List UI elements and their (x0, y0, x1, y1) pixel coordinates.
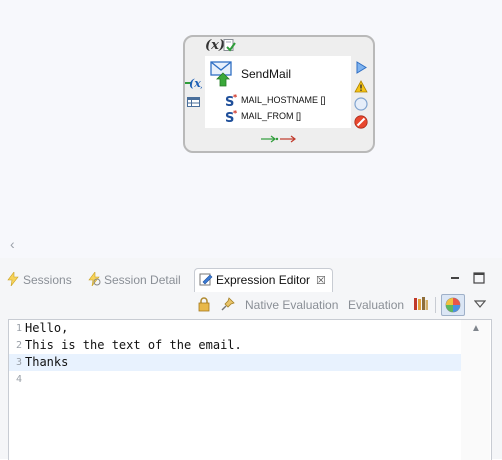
svg-text:*: * (233, 94, 238, 102)
line-text: Thanks (25, 355, 69, 369)
breakpoint-circle-icon[interactable] (354, 97, 368, 111)
view-menu-icon[interactable] (474, 298, 486, 310)
toolbar-separator (435, 297, 436, 313)
tab-label: Session Detail (104, 273, 181, 287)
editor-toolbar: Native Evaluation Evaluation (0, 293, 502, 317)
flow-arrows-icon[interactable] (260, 134, 300, 144)
node-property-hostname[interactable]: S * MAIL_HOSTNAME [] (225, 94, 326, 107)
node-body: SendMail S * MAIL_HOSTNAME [] S * MAIL_F… (205, 56, 351, 128)
property-label: MAIL_FROM [] (241, 110, 302, 121)
code-line-current[interactable]: 3 Thanks (9, 354, 461, 371)
expression-editor-icon (199, 273, 213, 286)
panel-tabbar: Sessions Session Detail Expression Edito… (0, 267, 502, 293)
lightning-icon (7, 272, 19, 286)
maximize-icon[interactable] (472, 271, 486, 285)
sendmail-node[interactable]: (x) (x) SendMail S (183, 35, 375, 153)
table-icon[interactable] (187, 97, 200, 107)
input-variable-icon[interactable]: (x) (184, 76, 202, 90)
lightning-detail-icon (88, 272, 101, 286)
code-line[interactable]: 1 Hello, (9, 320, 461, 337)
send-mail-icon (210, 61, 232, 87)
string-property-icon: S * (225, 110, 238, 123)
tab-label: Sessions (23, 273, 72, 287)
evaluation-button[interactable]: Evaluation (348, 297, 404, 313)
vertical-scrollbar[interactable]: ▲ (461, 320, 490, 460)
code-line[interactable]: 2 This is the text of the email. (9, 337, 461, 354)
play-icon[interactable] (355, 61, 367, 74)
svg-text:*: * (233, 110, 238, 118)
minimize-icon[interactable] (448, 271, 462, 285)
line-number: 3 (15, 357, 22, 368)
scroll-up-icon[interactable]: ▲ (471, 323, 481, 334)
node-title: SendMail (241, 67, 292, 81)
code-line[interactable]: 4 (9, 371, 461, 388)
lock-icon[interactable] (196, 296, 212, 312)
expression-editor[interactable]: 1 Hello, 2 This is the text of the email… (8, 319, 492, 460)
horizontal-scrollbar[interactable]: ‹ (0, 236, 502, 252)
close-tab-icon[interactable]: ☒ (316, 275, 326, 287)
palette-toggle-button[interactable] (441, 294, 465, 316)
line-number: 4 (15, 374, 22, 385)
tab-expression-editor[interactable]: Expression Editor ☒ (194, 268, 333, 292)
string-property-icon: S * (225, 94, 238, 107)
library-icon[interactable] (413, 296, 429, 312)
line-number: 2 (15, 340, 22, 351)
property-label: MAIL_HOSTNAME [] (241, 94, 326, 105)
pin-icon[interactable] (220, 296, 236, 312)
tab-session-detail[interactable]: Session Detail (87, 269, 181, 291)
line-number: 1 (15, 323, 22, 334)
bottom-panel: Sessions Session Detail Expression Edito… (0, 258, 502, 460)
document-check-icon[interactable] (223, 39, 236, 52)
stop-icon[interactable] (354, 115, 368, 129)
native-evaluation-button[interactable]: Native Evaluation (245, 297, 338, 313)
scroll-left-icon[interactable]: ‹ (10, 236, 15, 252)
line-text: This is the text of the email. (25, 338, 242, 352)
palette-icon (445, 297, 461, 313)
tab-sessions[interactable]: Sessions (6, 269, 72, 291)
node-property-from[interactable]: S * MAIL_FROM [] (225, 110, 301, 123)
diagram-canvas[interactable]: (x) (x) SendMail S (0, 0, 502, 259)
svg-text:(x): (x) (189, 77, 202, 90)
line-text: Hello, (25, 321, 69, 335)
tab-label: Expression Editor (216, 273, 311, 287)
warning-icon[interactable] (354, 80, 368, 93)
